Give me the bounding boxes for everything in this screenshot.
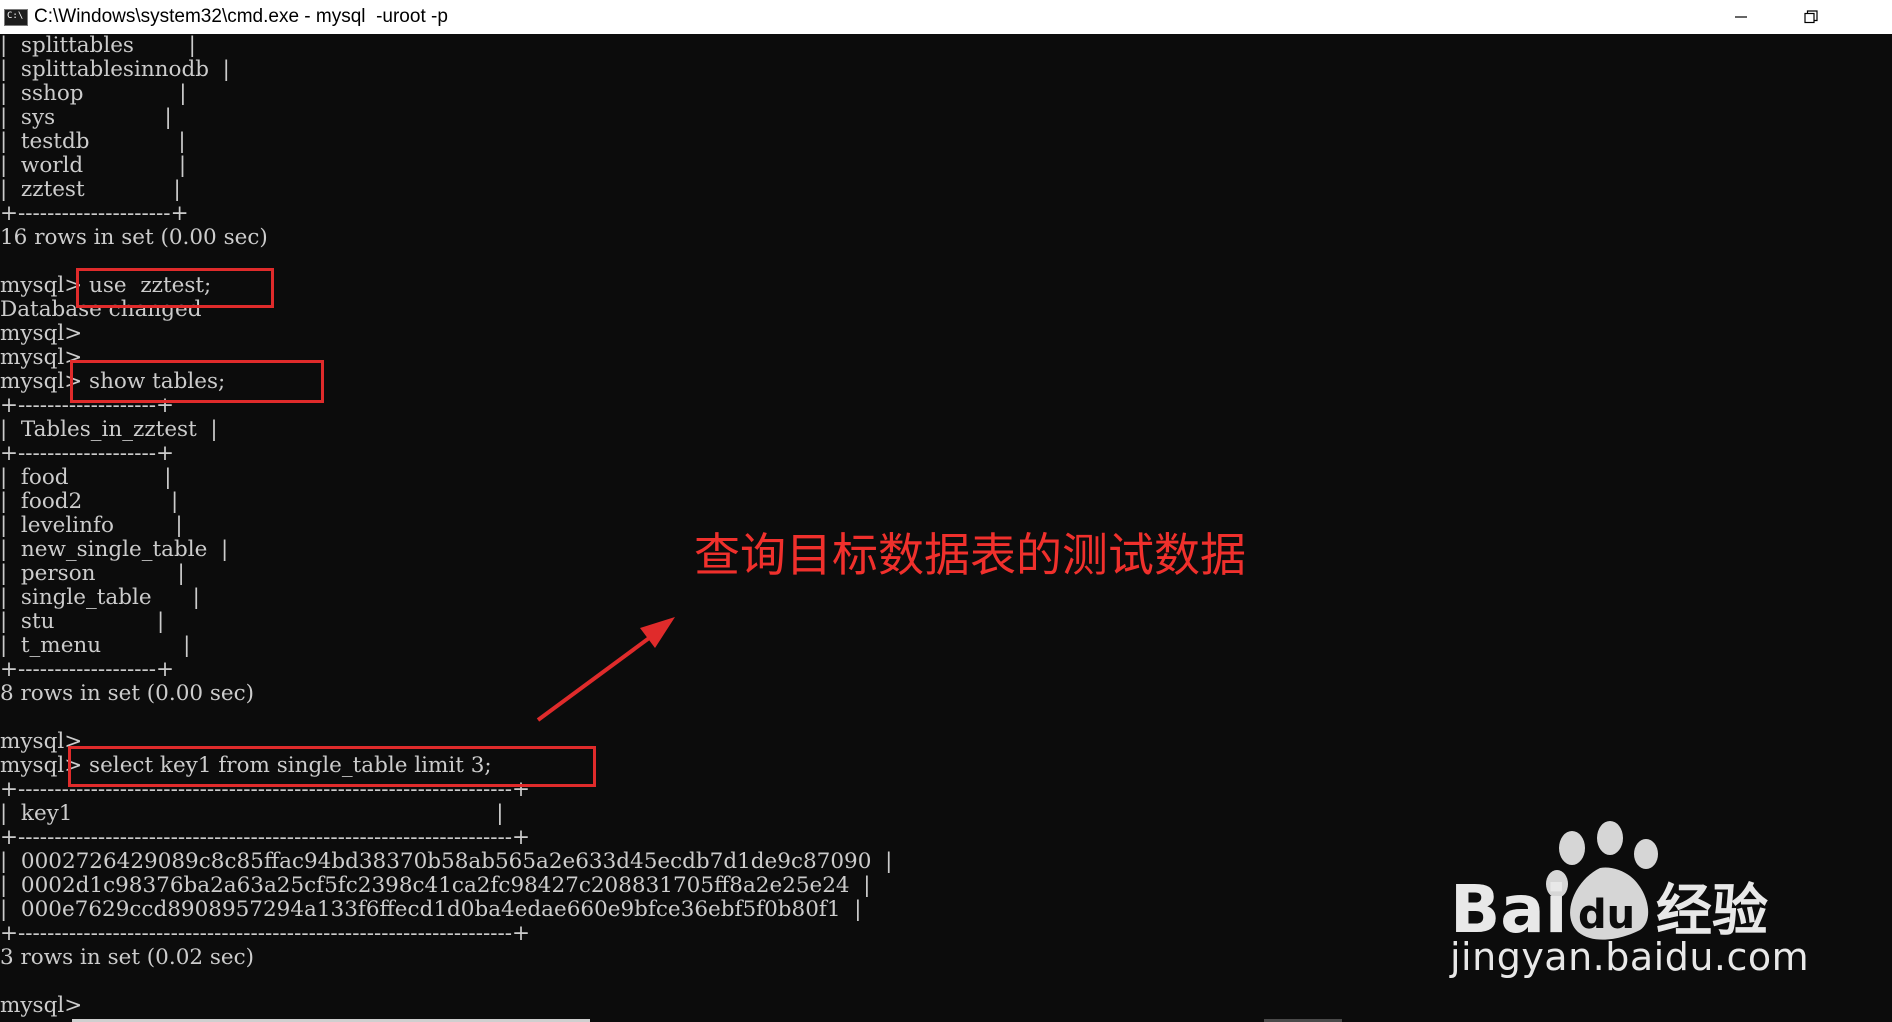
watermark-brand-du: du — [1578, 892, 1635, 938]
watermark-url: jingyan.baidu.com — [1450, 935, 1810, 979]
cmd-window: C:\ C:\Windows\system32\cmd.exe - mysql … — [0, 0, 1892, 1022]
annotation-text: 查询目标数据表的测试数据 — [694, 528, 1246, 582]
